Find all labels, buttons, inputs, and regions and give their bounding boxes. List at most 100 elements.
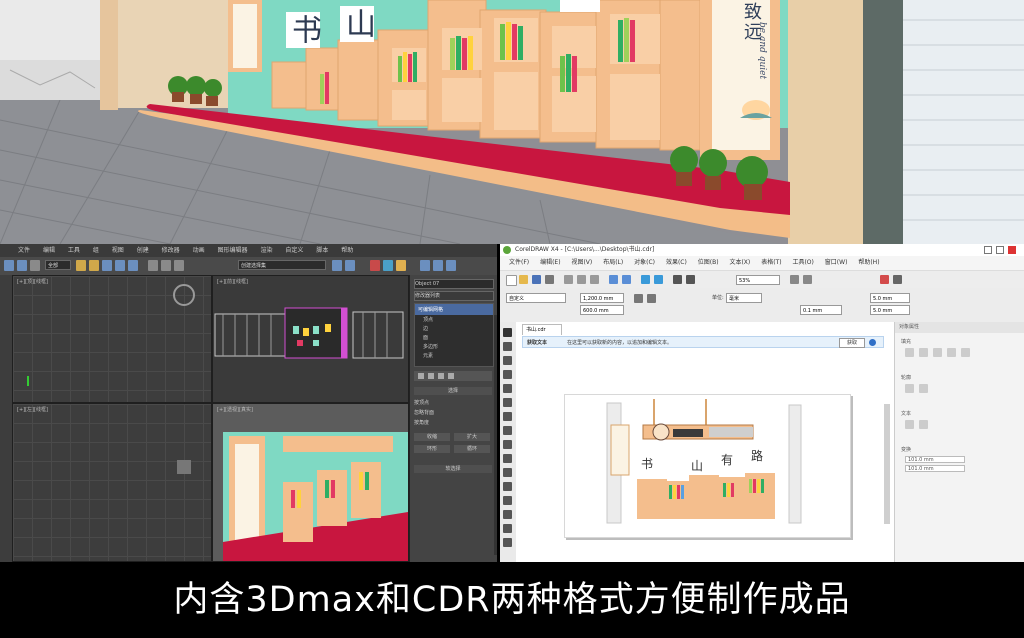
rotate-icon[interactable] (115, 260, 125, 271)
pin-icon[interactable] (418, 373, 424, 379)
cdr-menu-text[interactable]: 文本(X) (729, 259, 750, 266)
nudge-distance-field[interactable]: 0.1 mm (800, 305, 842, 315)
ellipse-tool-icon[interactable] (503, 426, 512, 435)
print-icon[interactable] (545, 275, 554, 284)
scale-icon[interactable] (128, 260, 138, 271)
modifier-stack-item[interactable]: 面 (415, 333, 493, 342)
application-launcher-icon[interactable] (673, 275, 682, 284)
viewport-top-label[interactable]: [+][顶][线框] (17, 278, 48, 285)
copy-icon[interactable] (577, 275, 586, 284)
redo-icon[interactable] (17, 260, 27, 271)
landscape-icon[interactable] (647, 294, 656, 303)
viewport-front-label[interactable]: [+][前][线框] (217, 278, 248, 285)
eyedropper-tool-icon[interactable] (503, 538, 512, 547)
max-menu-modifiers[interactable]: 修改器 (162, 247, 180, 254)
undo-icon[interactable] (609, 275, 618, 284)
welcome-screen-icon[interactable] (686, 275, 695, 284)
fill-fountain-icon[interactable] (933, 348, 942, 357)
fill-texture-icon[interactable] (961, 348, 970, 357)
soft-selection-rollout-title[interactable]: 软选择 (414, 465, 492, 473)
max-menu-tools[interactable]: 工具 (68, 247, 80, 254)
close-icon[interactable] (1008, 246, 1016, 254)
open-icon[interactable] (519, 275, 528, 284)
viewport-top[interactable]: [+][顶][线框] (12, 275, 212, 403)
modifier-stack-item[interactable]: 可编辑网格 (415, 304, 493, 315)
new-document-icon[interactable] (506, 275, 517, 286)
viewport-perspective[interactable]: [+][透视][真实] (212, 403, 409, 562)
cdr-menu-help[interactable]: 帮助(H) (858, 259, 879, 266)
shrink-button[interactable]: 收缩 (414, 433, 450, 441)
max-menu-help[interactable]: 帮助 (341, 247, 353, 254)
color-palette-icon[interactable] (880, 275, 889, 284)
link-icon[interactable] (30, 260, 40, 271)
render-icon[interactable] (396, 260, 406, 271)
outline-color-icon[interactable] (919, 384, 928, 393)
unique-icon[interactable] (438, 373, 444, 379)
notice-fetch-button[interactable]: 获取 (839, 338, 865, 348)
connector-tool-icon[interactable] (503, 510, 512, 519)
cdr-menu-bitmap[interactable]: 位图(B) (698, 259, 719, 266)
viewport-left-label[interactable]: [+][左][线框] (17, 406, 48, 413)
shape-tool-icon[interactable] (503, 342, 512, 351)
modifier-stack-item[interactable]: 边 (415, 324, 493, 333)
ring-button[interactable]: 环形 (414, 445, 450, 453)
duplicate-y-field[interactable]: 5.0 mm (870, 305, 910, 315)
viewport-front[interactable]: [+][前][线框] (212, 275, 409, 403)
export-icon[interactable] (654, 275, 663, 284)
polygon-tool-icon[interactable] (503, 440, 512, 449)
grow-button[interactable]: 扩大 (454, 433, 490, 441)
selection-rollout-title[interactable]: 选择 (414, 387, 492, 395)
panel-scrollbar[interactable] (494, 315, 497, 555)
max-menu-group[interactable]: 组 (93, 247, 99, 254)
cdr-menu-file[interactable]: 文件(F) (509, 259, 529, 266)
outline-width-icon[interactable] (905, 384, 914, 393)
redo-icon[interactable] (622, 275, 631, 284)
viewcube-icon[interactable] (173, 284, 195, 306)
curve-editor-icon[interactable] (446, 260, 456, 271)
document-tab[interactable]: 书山.cdr (522, 324, 562, 335)
pick-tool-icon[interactable] (503, 328, 512, 337)
cdr-menu-tools[interactable]: 工具(O) (792, 259, 813, 266)
docker-section-fill[interactable]: 填充 (901, 338, 911, 345)
max-menu-create[interactable]: 创建 (137, 247, 149, 254)
table-tool-icon[interactable] (503, 482, 512, 491)
selection-filter-dropdown[interactable]: 全部 (45, 260, 71, 270)
named-selection-field[interactable]: 创建选择集 (238, 260, 326, 270)
angle-snap-icon[interactable] (161, 260, 171, 271)
settings-icon[interactable] (893, 275, 902, 284)
import-icon[interactable] (641, 275, 650, 284)
checkbox-by-angle[interactable]: 按角度 (414, 419, 429, 427)
max-menu-view[interactable]: 视图 (112, 247, 124, 254)
fill-uniform-icon[interactable] (919, 348, 928, 357)
checkbox-by-vertex[interactable]: 按顶点 (414, 399, 429, 407)
text-align-icon[interactable] (905, 420, 914, 429)
material-editor-icon[interactable] (370, 260, 380, 271)
max-menu-customize[interactable]: 自定义 (285, 247, 303, 254)
snap-icon[interactable] (148, 260, 158, 271)
cdr-menu-table[interactable]: 表格(T) (761, 259, 781, 266)
paste-icon[interactable] (590, 275, 599, 284)
portrait-icon[interactable] (634, 294, 643, 303)
max-menu-animation[interactable]: 动画 (193, 247, 205, 254)
mirror-icon[interactable] (332, 260, 342, 271)
info-icon[interactable] (869, 339, 876, 346)
save-icon[interactable] (532, 275, 541, 284)
options-icon[interactable] (803, 275, 812, 284)
minimize-icon[interactable] (984, 246, 992, 254)
select-icon[interactable] (76, 260, 86, 271)
transform-x-field[interactable]: 101.0 mm (905, 456, 965, 463)
align-icon[interactable] (345, 260, 355, 271)
snap-to-icon[interactable] (790, 275, 799, 284)
cdr-menu-edit[interactable]: 编辑(E) (540, 259, 560, 266)
max-menu-file[interactable]: 文件 (18, 247, 30, 254)
page-preset-dropdown[interactable]: 自定义 (506, 293, 566, 303)
max-menu-graph[interactable]: 图形编辑器 (218, 247, 248, 254)
page-height-field[interactable]: 600.0 mm (580, 305, 624, 315)
modifier-list-dropdown[interactable]: 修改器列表 (414, 291, 494, 301)
smart-fill-icon[interactable] (503, 398, 512, 407)
schematic-icon[interactable] (433, 260, 443, 271)
dimension-tool-icon[interactable] (503, 496, 512, 505)
render-setup-icon[interactable] (383, 260, 393, 271)
cdr-menu-effects[interactable]: 效果(C) (666, 259, 687, 266)
duplicate-x-field[interactable]: 5.0 mm (870, 293, 910, 303)
